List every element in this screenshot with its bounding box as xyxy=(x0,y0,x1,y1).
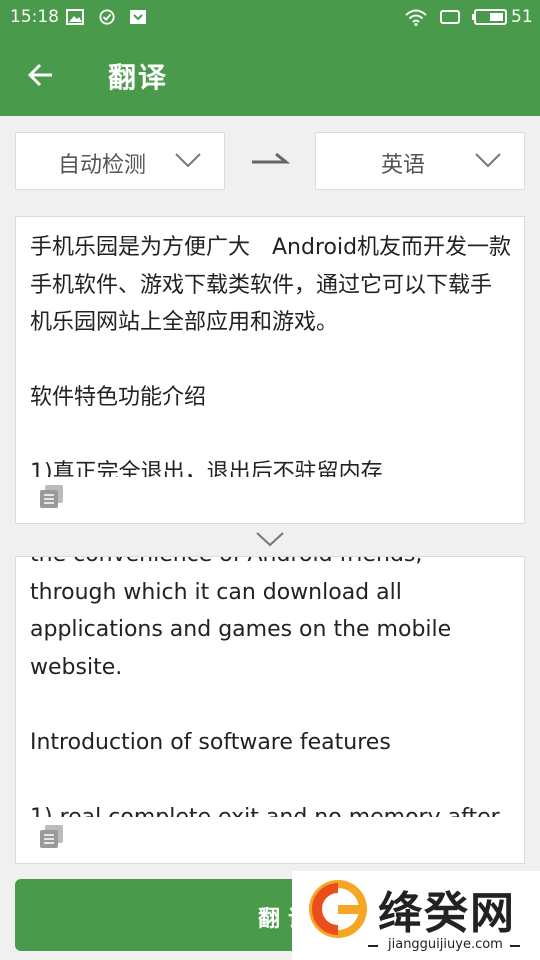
watermark-rule-right xyxy=(510,945,520,947)
watermark-name: 绛癸网 xyxy=(378,888,516,939)
status-time: 15:18 xyxy=(10,7,59,27)
source-text-input[interactable]: 手机乐园是为方便广大 Android机友而开发一款手机软件、游戏下载类软件，通过… xyxy=(30,229,512,477)
image-icon xyxy=(66,9,84,25)
chevron-down-icon xyxy=(175,153,201,168)
page-title: 翻译 xyxy=(108,61,169,94)
source-language-select[interactable]: 自动检测 xyxy=(15,132,225,190)
watermark-logo-icon xyxy=(309,880,367,938)
check-circle-icon xyxy=(99,9,115,25)
target-language-label: 英语 xyxy=(381,153,426,178)
download-store-icon xyxy=(130,10,146,24)
wifi-icon xyxy=(405,9,427,26)
copy-icon[interactable] xyxy=(38,483,66,511)
swap-languages-icon[interactable] xyxy=(250,150,290,170)
chevron-down-icon xyxy=(475,153,501,168)
copy-icon[interactable] xyxy=(38,823,66,851)
copy-bar xyxy=(16,817,524,863)
battery-icon xyxy=(472,9,507,25)
battery-level: 51 xyxy=(511,7,533,27)
target-language-select[interactable]: 英语 xyxy=(315,132,525,190)
watermark-url: jiangguijiuye.com xyxy=(388,937,503,952)
watermark-rule-left xyxy=(368,945,378,947)
result-text-panel: the convenience of Android friends, thro… xyxy=(15,556,525,864)
app-bar: 翻译 xyxy=(0,34,540,116)
source-text-panel[interactable]: 手机乐园是为方便广大 Android机友而开发一款手机软件、游戏下载类软件，通过… xyxy=(15,216,525,524)
back-arrow-icon[interactable] xyxy=(26,60,56,90)
collapse-chevron-icon[interactable] xyxy=(255,530,285,548)
watermark: 绛癸网 jiangguijiuye.com xyxy=(292,871,540,960)
status-bar: 15:18 51 xyxy=(0,0,540,34)
source-language-label: 自动检测 xyxy=(58,153,147,178)
screen-icon xyxy=(440,10,460,24)
result-text: the convenience of Android friends, thro… xyxy=(30,557,500,830)
